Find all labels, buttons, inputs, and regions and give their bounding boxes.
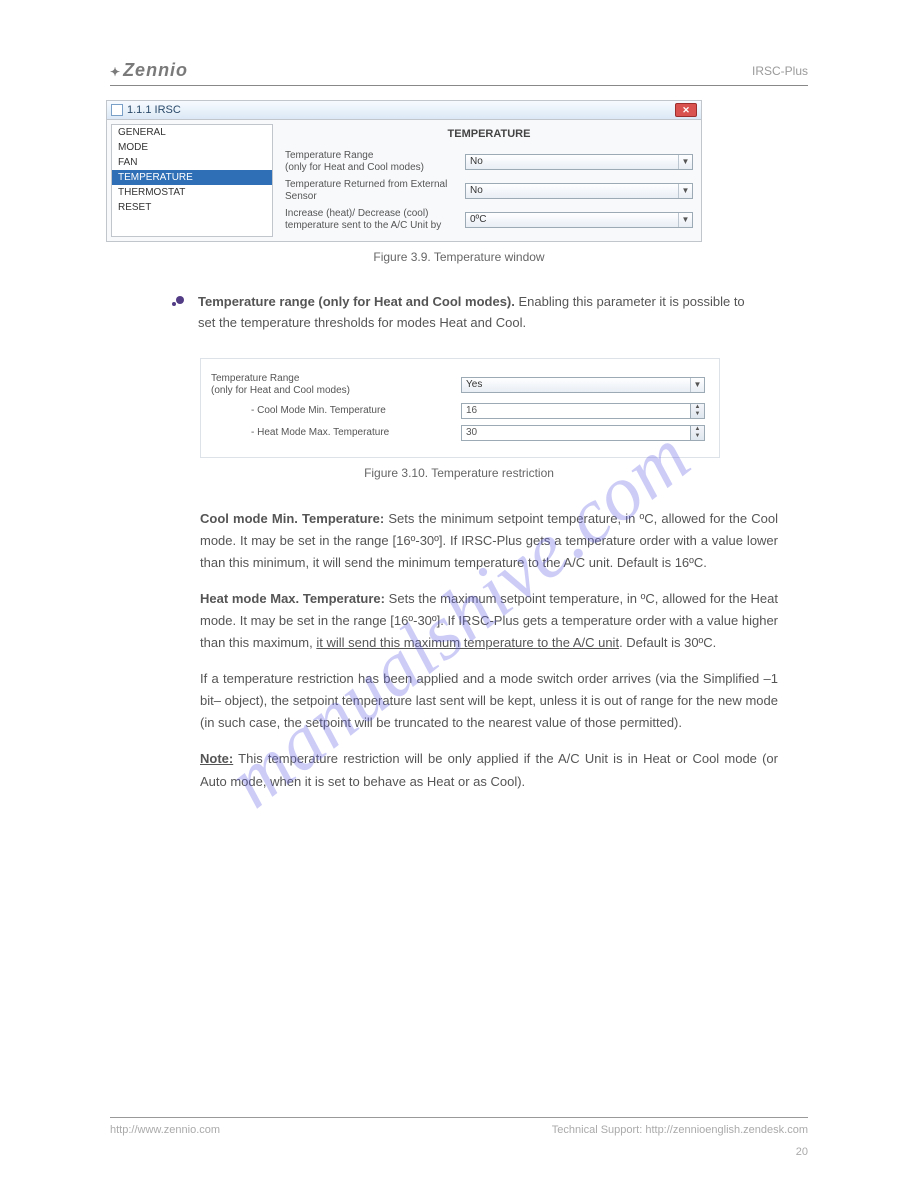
combo-value: No xyxy=(466,156,678,167)
p2-title: Heat mode Max. Temperature: xyxy=(200,591,385,606)
page-number: 20 xyxy=(796,1146,808,1158)
p3-body: If a temperature restriction has been ap… xyxy=(200,668,778,734)
field-label-temp-returned: Temperature Returned from External Senso… xyxy=(285,179,465,202)
figure-caption-2: Figure 3.10. Temperature restriction xyxy=(110,466,808,480)
combo-value: Yes xyxy=(462,379,690,390)
combo-inc-dec[interactable]: 0ºC ▼ xyxy=(465,212,693,228)
spinner-buttons[interactable]: ▲▼ xyxy=(691,403,705,419)
chevron-up-icon: ▲ xyxy=(691,426,704,433)
spinner-value: 16 xyxy=(461,403,691,419)
chevron-up-icon: ▲ xyxy=(691,404,704,411)
spinner-heat-max[interactable]: 30 ▲▼ xyxy=(461,425,705,441)
bullet-icon xyxy=(170,292,188,310)
window-icon xyxy=(111,104,123,116)
p2-body-b: . Default is 30ºC. xyxy=(619,635,716,650)
field-label-heat-max: - Heat Mode Max. Temperature xyxy=(211,427,461,439)
field-label-temp-range-2: Temperature Range(only for Heat and Cool… xyxy=(211,373,461,397)
spinner-value: 30 xyxy=(461,425,691,441)
p1-title: Cool mode Min. Temperature: xyxy=(200,511,384,526)
body-text: Cool mode Min. Temperature: Sets the min… xyxy=(200,508,778,793)
chevron-down-icon: ▼ xyxy=(691,433,704,440)
footer-left: http://www.zennio.com xyxy=(110,1124,220,1136)
close-button[interactable]: ✕ xyxy=(675,103,697,117)
brand-logo: Zennio xyxy=(110,60,188,81)
sidebar-item-mode[interactable]: MODE xyxy=(112,140,272,155)
window-title: 1.1.1 IRSC xyxy=(127,104,181,116)
spinner-buttons[interactable]: ▲▼ xyxy=(691,425,705,441)
pane-title: TEMPERATURE xyxy=(285,124,693,150)
settings-right-pane: TEMPERATURE Temperature Range(only for H… xyxy=(277,120,701,241)
temp-range-form: Temperature Range(only for Heat and Cool… xyxy=(200,358,720,458)
bullet-paragraph: Temperature range (only for Heat and Coo… xyxy=(170,292,748,334)
p2-body-ul: it will send this maximum temperature to… xyxy=(316,635,619,650)
spinner-cool-min[interactable]: 16 ▲▼ xyxy=(461,403,705,419)
field-label-cool-min: - Cool Mode Min. Temperature xyxy=(211,405,461,417)
note-body: This temperature restriction will be onl… xyxy=(200,751,778,788)
combo-value: 0ºC xyxy=(466,214,678,225)
field-label-temp-range: Temperature Range(only for Heat and Cool… xyxy=(285,150,465,173)
settings-sidebar: GENERAL MODE FAN TEMPERATURE THERMOSTAT … xyxy=(111,124,273,237)
chevron-down-icon: ▼ xyxy=(678,155,692,169)
page-footer: http://www.zennio.com Technical Support:… xyxy=(110,1117,808,1136)
bullet-title: Temperature range (only for Heat and Coo… xyxy=(198,294,515,309)
chevron-down-icon: ▼ xyxy=(678,184,692,198)
chevron-down-icon: ▼ xyxy=(690,378,704,392)
header-product: IRSC-Plus xyxy=(752,64,808,78)
combo-temp-range-2[interactable]: Yes ▼ xyxy=(461,377,705,393)
sidebar-item-temperature[interactable]: TEMPERATURE xyxy=(112,170,272,185)
field-label-inc-dec: Increase (heat)/ Decrease (cool) tempera… xyxy=(285,208,465,231)
combo-value: No xyxy=(466,185,678,196)
sidebar-item-thermostat[interactable]: THERMOSTAT xyxy=(112,185,272,200)
chevron-down-icon: ▼ xyxy=(691,411,704,418)
sidebar-item-fan[interactable]: FAN xyxy=(112,155,272,170)
sidebar-item-general[interactable]: GENERAL xyxy=(112,125,272,140)
combo-temp-returned[interactable]: No ▼ xyxy=(465,183,693,199)
figure-caption-1: Figure 3.9. Temperature window xyxy=(110,250,808,264)
window-titlebar: 1.1.1 IRSC ✕ xyxy=(107,101,701,120)
note-label: Note: xyxy=(200,751,233,766)
combo-temp-range[interactable]: No ▼ xyxy=(465,154,693,170)
sidebar-item-reset[interactable]: RESET xyxy=(112,200,272,215)
footer-right: Technical Support: http://zennioenglish.… xyxy=(552,1124,808,1136)
settings-window: 1.1.1 IRSC ✕ GENERAL MODE FAN TEMPERATUR… xyxy=(106,100,702,242)
chevron-down-icon: ▼ xyxy=(678,213,692,227)
